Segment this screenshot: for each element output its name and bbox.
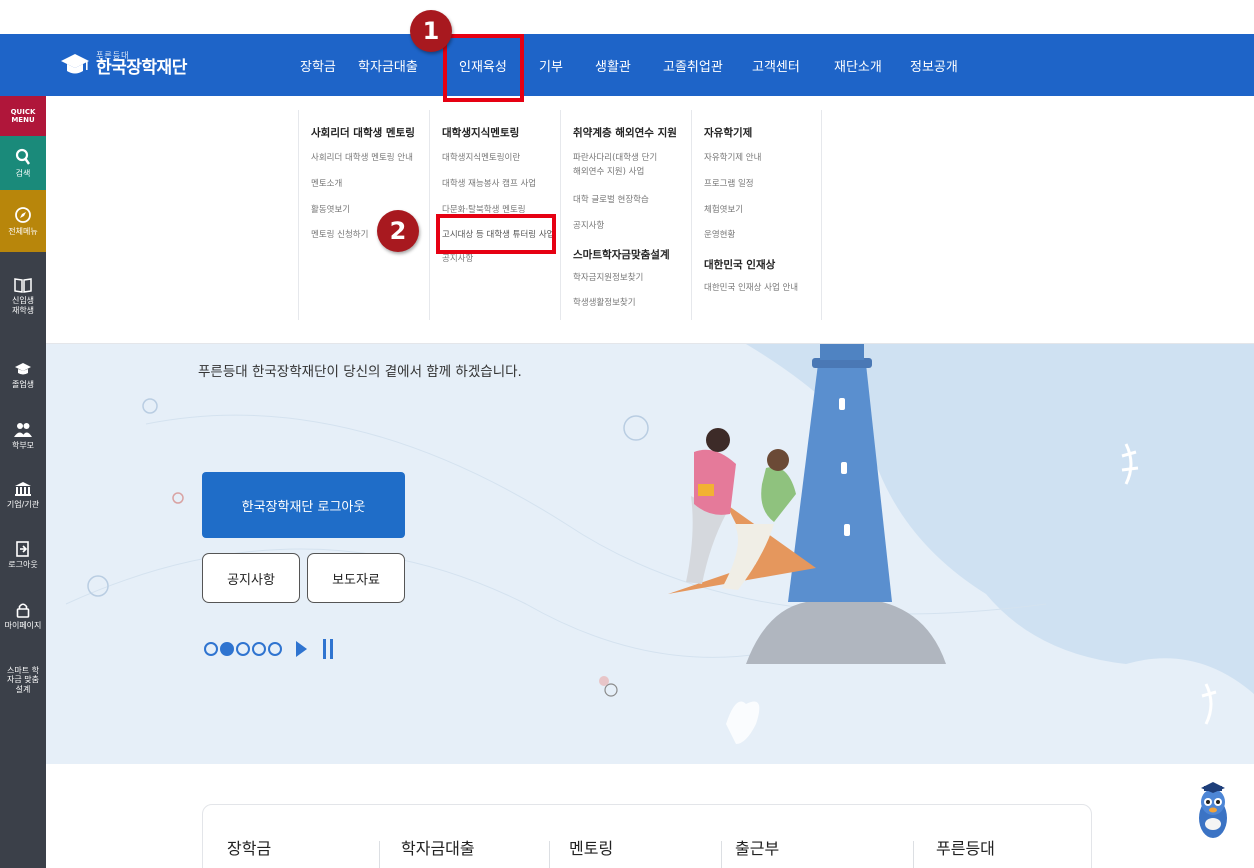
quick-tab-loan[interactable]: 학자금대출 bbox=[401, 835, 475, 859]
annotation-badge-2: 2 bbox=[377, 210, 419, 252]
slide-dot[interactable] bbox=[204, 642, 218, 656]
menu-heading-smart-design[interactable]: 스마트학자금맞춤설계 bbox=[573, 247, 670, 262]
nav-information[interactable]: 정보공개 bbox=[910, 56, 958, 75]
menu-heading-korea-talent[interactable]: 대한민국 인재상 bbox=[704, 257, 775, 272]
quick-institution[interactable]: 기업/기관 bbox=[0, 468, 46, 522]
quick-graduate[interactable]: 졸업생 bbox=[0, 342, 46, 408]
press-release-button[interactable]: 보도자료 bbox=[307, 553, 405, 603]
slide-pagination bbox=[204, 639, 333, 659]
menu-heading-free-semester[interactable]: 자유학기제 bbox=[704, 125, 752, 140]
book-icon bbox=[14, 278, 32, 293]
graduation-cap-logo-icon bbox=[61, 54, 89, 74]
quick-parents[interactable]: 학부모 bbox=[0, 410, 46, 462]
play-icon[interactable] bbox=[296, 641, 307, 657]
menu-link[interactable]: 운영현황 bbox=[704, 229, 735, 241]
nav-scholarship[interactable]: 장학금 bbox=[300, 56, 336, 75]
menu-link[interactable]: 멘토소개 bbox=[311, 178, 342, 190]
mascot-character[interactable] bbox=[1196, 772, 1230, 842]
menu-link[interactable]: 체험엿보기 bbox=[704, 204, 743, 216]
site-logo[interactable]: 푸른등대 한국장학재단 bbox=[60, 44, 187, 84]
menu-link[interactable]: 학자금지원정보찾기 bbox=[573, 272, 643, 284]
mega-col-overseas-training: 취약계층 해외연수 지원 파란사다리(대학생 단기 해외연수 지원) 사업 대학… bbox=[560, 110, 691, 320]
quick-student[interactable]: 신입생 재학생 bbox=[0, 256, 46, 336]
slide-dot[interactable] bbox=[252, 642, 266, 656]
quick-tab-attendance[interactable]: 출근부 bbox=[735, 835, 779, 859]
menu-link[interactable]: 사회리더 대학생 멘토링 안내 bbox=[311, 152, 413, 164]
mega-col-free-semester: 자유학기제 자유학기제 안내 프로그램 일정 체험엿보기 운영현황 대한민국 인… bbox=[691, 110, 822, 320]
quick-mypage[interactable]: 마이페이지 bbox=[0, 588, 46, 644]
menu-link[interactable]: 대학 글로벌 현장학습 bbox=[573, 194, 649, 206]
logo-subtitle: 푸른등대 bbox=[96, 50, 130, 60]
notice-button[interactable]: 공지사항 bbox=[202, 553, 300, 603]
nav-student-loan[interactable]: 학자금대출 bbox=[358, 56, 418, 75]
institution-icon bbox=[15, 481, 31, 496]
logout-button[interactable]: 한국장학재단 로그아웃 bbox=[202, 472, 405, 538]
pause-icon[interactable] bbox=[323, 639, 333, 659]
quick-tab-mentoring[interactable]: 멘토링 bbox=[569, 835, 613, 859]
menu-link[interactable]: 학생생활정보찾기 bbox=[573, 297, 636, 309]
hero-message: 푸른등대 한국장학재단이 당신의 곁에서 함께 하겠습니다. bbox=[198, 364, 522, 380]
menu-link[interactable]: 자유학기제 안내 bbox=[704, 152, 761, 164]
quick-menu-title: QUICK MENU bbox=[0, 96, 46, 136]
quick-smart-design[interactable]: 스마트 학자금 맞춤설계 bbox=[0, 652, 46, 708]
menu-link[interactable]: 공지사항 bbox=[573, 220, 604, 232]
logo-title: 한국장학재단 bbox=[96, 57, 187, 78]
search-icon bbox=[15, 148, 30, 165]
slide-dot[interactable] bbox=[268, 642, 282, 656]
quick-tab-scholarship[interactable]: 장학금 bbox=[227, 835, 271, 859]
menu-heading-social-leader[interactable]: 사회리더 대학생 멘토링 bbox=[311, 125, 415, 140]
nav-dormitory[interactable]: 생활관 bbox=[595, 56, 631, 75]
logout-icon bbox=[16, 540, 29, 557]
menu-link[interactable]: 공지사항 bbox=[442, 253, 473, 265]
menu-heading-knowledge-mentoring[interactable]: 대학생지식멘토링 bbox=[442, 125, 519, 140]
hero-banner: 푸른등대 한국장학재단이 당신의 곁에서 함께 하겠습니다. 한국장학재단 로그… bbox=[46, 344, 1254, 764]
slide-dot[interactable] bbox=[236, 642, 250, 656]
annotation-box-tutoring bbox=[436, 214, 556, 254]
compass-icon bbox=[15, 206, 31, 223]
menu-link[interactable]: 파란사다리(대학생 단기 bbox=[573, 152, 657, 164]
nav-about[interactable]: 재단소개 bbox=[834, 56, 882, 75]
annotation-badge-1: 1 bbox=[410, 10, 452, 52]
quick-all-menu[interactable]: 전체메뉴 bbox=[0, 190, 46, 252]
quick-menu: QUICK MENU 검색 전체메뉴 신입생 재학생 졸업생 학부모 기업/기관… bbox=[0, 96, 46, 868]
menu-heading-overseas-training[interactable]: 취약계층 해외연수 지원 bbox=[573, 125, 677, 140]
quick-service-box: 장학금 학자금대출 멘토링 출근부 푸른등대 bbox=[202, 804, 1092, 868]
menu-link[interactable]: 대한민국 인재상 사업 안내 bbox=[704, 282, 798, 294]
mega-menu-dropdown: 사회리더 대학생 멘토링 사회리더 대학생 멘토링 안내 멘토소개 활동엿보기 … bbox=[46, 96, 1254, 344]
nav-donation[interactable]: 기부 bbox=[539, 56, 563, 75]
nav-customer-center[interactable]: 고객센터 bbox=[752, 56, 800, 75]
slide-dot-active[interactable] bbox=[220, 642, 234, 656]
quick-tab-blue-lighthouse[interactable]: 푸른등대 bbox=[936, 835, 995, 859]
quick-search[interactable]: 검색 bbox=[0, 136, 46, 190]
page: 푸른등대 한국장학재단 장학금 학자금대출 인재육성 기부 생활관 고졸취업관 … bbox=[0, 0, 1254, 868]
nav-high-school-job[interactable]: 고졸취업관 bbox=[663, 56, 723, 75]
annotation-box-nav bbox=[443, 34, 524, 102]
bottom-section: 장학금 학자금대출 멘토링 출근부 푸른등대 bbox=[46, 764, 1254, 868]
menu-link[interactable]: 대학생지식멘토링이란 bbox=[442, 152, 520, 164]
menu-link[interactable]: 프로그램 일정 bbox=[704, 178, 754, 190]
quick-logout[interactable]: 로그아웃 bbox=[0, 528, 46, 582]
menu-link[interactable]: 활동엿보기 bbox=[311, 204, 350, 216]
graduation-cap-icon bbox=[15, 362, 31, 375]
menu-link[interactable]: 멘토링 신청하기 bbox=[311, 229, 368, 241]
menu-link[interactable]: 대학생 재능봉사 캠프 사업 bbox=[442, 178, 536, 190]
parents-icon bbox=[14, 422, 32, 437]
menu-link[interactable]: 해외연수 지원) 사업 bbox=[573, 166, 644, 178]
header-bar: 푸른등대 한국장학재단 장학금 학자금대출 인재육성 기부 생활관 고졸취업관 … bbox=[0, 34, 1254, 96]
lock-icon bbox=[16, 603, 30, 618]
